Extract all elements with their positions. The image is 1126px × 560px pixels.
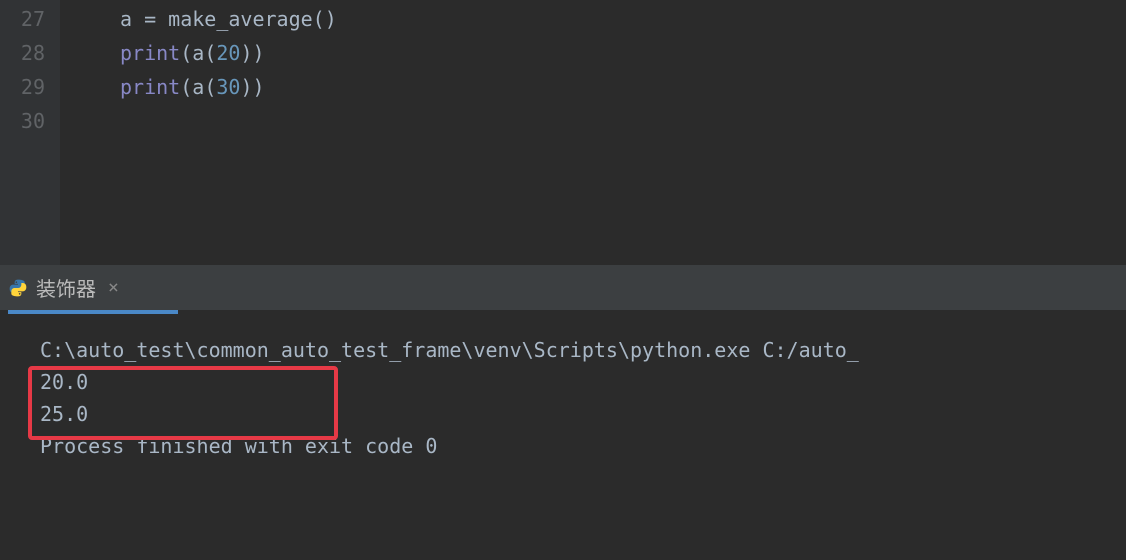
terminal-panel: 装饰器 × C:\auto_test\common_auto_test_fram…: [0, 265, 1126, 472]
code-line[interactable]: print(a(30)): [120, 70, 1126, 104]
output-command: C:\auto_test\common_auto_test_frame\venv…: [40, 334, 1116, 366]
terminal-tab-bar: 装饰器 ×: [0, 265, 1126, 310]
line-number: 27: [0, 2, 45, 36]
output-exit: Process finished with exit code 0: [40, 430, 1116, 462]
output-value: 20.0: [40, 366, 1116, 398]
line-number-gutter: 27 28 29 30: [0, 0, 60, 265]
line-number: 29: [0, 70, 45, 104]
python-icon: [8, 278, 28, 298]
code-editor[interactable]: 27 28 29 30 a = make_average() print(a(2…: [0, 0, 1126, 265]
terminal-tab-label[interactable]: 装饰器: [36, 273, 96, 302]
code-line[interactable]: [120, 104, 1126, 138]
close-icon[interactable]: ×: [108, 277, 119, 298]
terminal-output[interactable]: C:\auto_test\common_auto_test_frame\venv…: [0, 314, 1126, 472]
output-value: 25.0: [40, 398, 1116, 430]
code-line[interactable]: a = make_average(): [120, 2, 1126, 36]
line-number: 28: [0, 36, 45, 70]
line-number: 30: [0, 104, 45, 138]
code-line[interactable]: print(a(20)): [120, 36, 1126, 70]
code-content[interactable]: a = make_average() print(a(20)) print(a(…: [60, 0, 1126, 265]
